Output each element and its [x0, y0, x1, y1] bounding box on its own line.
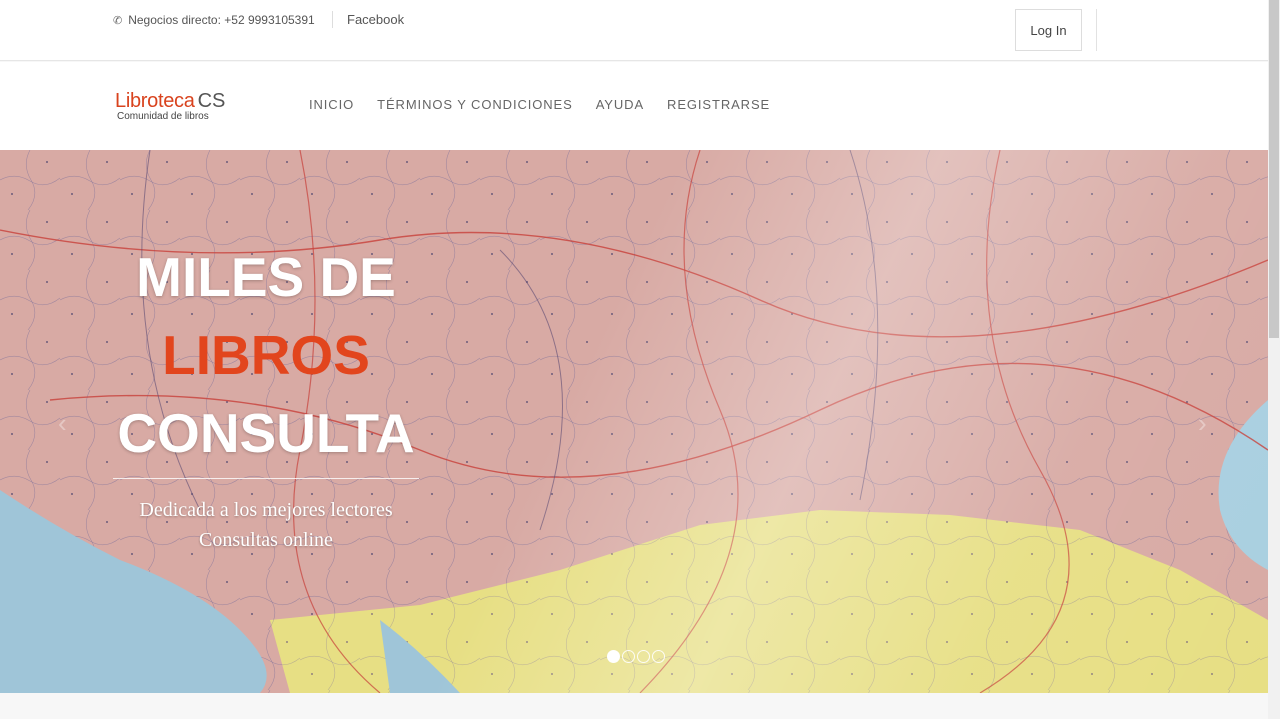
hero-caption: MILES DE LIBROS CONSULTA Dedicada a los …: [113, 238, 419, 555]
contact-text: Negocios directo: +52 9993105391: [128, 13, 315, 27]
main-navbar: Libroteca CS Comunidad de libros INICIO T…: [0, 62, 1268, 150]
login-button[interactable]: Log In: [1015, 9, 1082, 51]
hero-line-1: MILES DE: [136, 246, 396, 308]
chevron-right-icon[interactable]: ›: [1198, 408, 1207, 439]
hero-description-1: Dedicada a los mejores lectores: [139, 499, 393, 521]
page-scrollbar[interactable]: [1268, 0, 1280, 719]
phone-icon: ✆: [113, 14, 123, 27]
divider: [1096, 9, 1097, 51]
carousel-dot-4[interactable]: [652, 650, 665, 663]
caption-divider: [113, 478, 419, 479]
logo-tagline: Comunidad de libros: [117, 111, 209, 122]
hero-carousel: MILES DE LIBROS CONSULTA Dedicada a los …: [0, 150, 1268, 693]
divider: [332, 11, 333, 28]
top-bar: ✆ Negocios directo: +52 9993105391 Faceb…: [0, 0, 1268, 61]
carousel-dot-1[interactable]: [607, 650, 620, 663]
carousel-dot-3[interactable]: [637, 650, 650, 663]
hero-description-2: Consultas online: [199, 529, 333, 551]
site-logo[interactable]: Libroteca CS Comunidad de libros: [115, 90, 226, 122]
nav-item-registrarse[interactable]: REGISTRARSE: [667, 97, 770, 112]
chevron-left-icon[interactable]: ‹: [58, 408, 67, 439]
carousel-indicators: [607, 650, 665, 663]
scrollbar-thumb[interactable]: [1269, 0, 1279, 338]
logo-name: Libroteca: [115, 90, 195, 112]
nav-item-inicio[interactable]: INICIO: [309, 97, 354, 112]
nav-item-terminos[interactable]: TÉRMINOS Y CONDICIONES: [377, 97, 573, 112]
facebook-link[interactable]: Facebook: [347, 12, 404, 27]
hero-line-3: CONSULTA: [117, 402, 415, 464]
contact-info: ✆ Negocios directo: +52 9993105391: [113, 12, 315, 28]
hero-line-2: LIBROS: [162, 324, 370, 386]
main-nav: INICIO TÉRMINOS Y CONDICIONES AYUDA REGI…: [309, 97, 793, 112]
nav-item-ayuda[interactable]: AYUDA: [596, 97, 644, 112]
logo-suffix: CS: [197, 90, 226, 112]
carousel-dot-2[interactable]: [622, 650, 635, 663]
